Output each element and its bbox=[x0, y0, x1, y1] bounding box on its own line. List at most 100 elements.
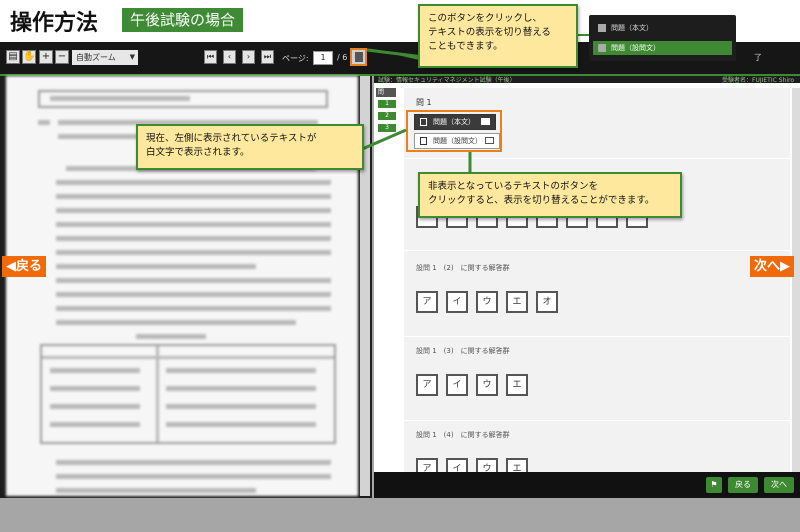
doc-line bbox=[56, 320, 296, 325]
last-page-icon[interactable]: ⏭ bbox=[261, 50, 274, 64]
doc-line bbox=[58, 134, 148, 139]
doc-line bbox=[156, 346, 159, 442]
page-label: ページ: bbox=[282, 54, 309, 63]
right-scrollbar[interactable] bbox=[792, 88, 800, 472]
answer-choice[interactable]: エ bbox=[506, 458, 528, 472]
chevron-down-icon: ▼ bbox=[129, 53, 135, 61]
examinee-name: 受験者名：FUJIETIC Shiro bbox=[722, 77, 794, 84]
document-icon bbox=[598, 44, 606, 52]
callout-toggle: このボタンをクリックし、 テキストの表示を切り替える こともできます。 bbox=[418, 4, 578, 68]
sidebar-toggle-icon[interactable]: ▤ bbox=[6, 50, 20, 64]
doc-line bbox=[56, 222, 331, 227]
big-next-label: 次へ bbox=[754, 259, 781, 274]
popup-item-question[interactable]: 問題（設問文） bbox=[593, 41, 732, 55]
page-title: 操作方法 bbox=[10, 11, 99, 36]
callout-current: 現在、左側に表示されているテキストが 白文字で表示されます。 bbox=[136, 124, 364, 170]
page-total: / 6 bbox=[337, 53, 348, 62]
doc-line bbox=[50, 404, 140, 409]
separator bbox=[404, 420, 790, 421]
answer-choice[interactable]: イ bbox=[446, 291, 468, 313]
popup-item-main-label: 問題（本文） bbox=[611, 24, 653, 32]
text-toggle-button[interactable] bbox=[350, 48, 367, 66]
page-subtitle: 午後試験の場合 bbox=[122, 8, 244, 32]
doc-line bbox=[56, 180, 331, 185]
answer-row: ア イ ウ エ bbox=[416, 458, 528, 472]
document-icon bbox=[355, 52, 363, 62]
answer-row: ア イ ウ エ bbox=[416, 374, 528, 396]
doc-line bbox=[56, 208, 331, 213]
answer-choice[interactable]: ア bbox=[416, 458, 438, 472]
question-nav-header: 問 bbox=[376, 88, 396, 97]
doc-buttons-highlight bbox=[406, 110, 502, 152]
doc-line bbox=[166, 404, 316, 409]
answer-choice[interactable]: ア bbox=[416, 374, 438, 396]
doc-line bbox=[56, 460, 331, 465]
question-tab-2[interactable]: 2 bbox=[378, 112, 396, 120]
answer-group-label: 設問 1 (2) に関する解答群 bbox=[416, 264, 510, 272]
answer-choice[interactable]: ウ bbox=[476, 291, 498, 313]
big-next-button[interactable]: 次へ▶ bbox=[750, 256, 795, 277]
doc-line bbox=[50, 386, 140, 391]
doc-line bbox=[56, 474, 331, 479]
answer-choice[interactable]: エ bbox=[506, 291, 528, 313]
answer-choice[interactable]: ア bbox=[416, 291, 438, 313]
document-icon bbox=[598, 24, 606, 32]
doc-table bbox=[40, 344, 336, 444]
answer-row: ア イ ウ エ オ bbox=[416, 291, 558, 313]
doc-line bbox=[56, 236, 331, 241]
exam-info-bar: 試験：情報セキュリティマネジメント試験（午後） 受験者名：FUJIETIC Sh… bbox=[374, 76, 800, 84]
doc-line bbox=[50, 96, 190, 101]
question-label: 問 1 bbox=[416, 98, 432, 107]
doc-line bbox=[166, 386, 316, 391]
separator bbox=[404, 158, 790, 159]
answer-choice[interactable]: エ bbox=[506, 374, 528, 396]
callout-hidden: 非表示となっているテキストのボタンを クリックすると、表示を切り替えることができ… bbox=[418, 172, 682, 218]
separator bbox=[404, 336, 790, 337]
end-button[interactable]: 了 bbox=[754, 52, 762, 63]
app-root: 操作方法 午後試験の場合 ▤ ✋ + − 自動ズーム ▼ ⏮ ‹ › ⏭ ページ… bbox=[0, 0, 800, 532]
zoom-in-icon[interactable]: + bbox=[39, 50, 53, 64]
next-page-icon[interactable]: › bbox=[242, 50, 255, 64]
answer-choice[interactable]: オ bbox=[536, 291, 558, 313]
question-tab-1[interactable]: 1 bbox=[378, 100, 396, 108]
doc-line bbox=[136, 334, 206, 339]
exam-name: 試験：情報セキュリティマネジメント試験（午後） bbox=[378, 77, 516, 84]
doc-line bbox=[56, 194, 331, 199]
answer-group-label: 設問 1 (4) に関する解答群 bbox=[416, 431, 510, 439]
page-input[interactable]: 1 bbox=[313, 51, 333, 65]
next-button-label: 次へ bbox=[771, 480, 787, 489]
answer-choice[interactable]: イ bbox=[446, 458, 468, 472]
prev-page-icon[interactable]: ‹ bbox=[223, 50, 236, 64]
doc-line bbox=[56, 292, 331, 297]
next-arrow-icon: ▶ bbox=[780, 259, 791, 274]
big-prev-button[interactable]: ◀戻る bbox=[2, 256, 47, 277]
separator bbox=[404, 250, 790, 251]
doc-line bbox=[56, 278, 331, 283]
doc-line bbox=[166, 368, 316, 373]
doc-line bbox=[38, 120, 50, 125]
doc-line bbox=[56, 250, 331, 255]
popup-item-question-label: 問題（設問文） bbox=[611, 44, 660, 52]
zoom-out-icon[interactable]: − bbox=[55, 50, 69, 64]
doc-line bbox=[56, 306, 331, 311]
answer-choice[interactable]: イ bbox=[446, 374, 468, 396]
next-button[interactable]: 次へ bbox=[764, 477, 794, 493]
doc-switch-popup: 問題（本文） 問題（設問文） bbox=[589, 15, 736, 61]
popup-item-main[interactable]: 問題（本文） bbox=[593, 21, 732, 35]
back-button[interactable]: 戻る bbox=[728, 477, 758, 493]
first-page-icon[interactable]: ⏮ bbox=[204, 50, 217, 64]
prev-arrow-icon: ◀ bbox=[6, 259, 16, 274]
doc-line bbox=[166, 422, 316, 427]
question-tab-3[interactable]: 3 bbox=[378, 124, 396, 132]
answer-choice[interactable]: ウ bbox=[476, 458, 498, 472]
hand-tool-icon[interactable]: ✋ bbox=[22, 50, 36, 64]
flag-icon[interactable]: ⚑ bbox=[706, 477, 722, 493]
zoom-select[interactable]: 自動ズーム ▼ bbox=[72, 50, 138, 65]
doc-line bbox=[50, 422, 140, 427]
doc-line bbox=[42, 356, 334, 359]
big-prev-label: 戻る bbox=[16, 259, 43, 274]
zoom-select-value: 自動ズーム bbox=[76, 53, 116, 62]
answer-choice[interactable]: ウ bbox=[476, 374, 498, 396]
doc-line bbox=[56, 488, 256, 493]
doc-line bbox=[50, 368, 140, 373]
